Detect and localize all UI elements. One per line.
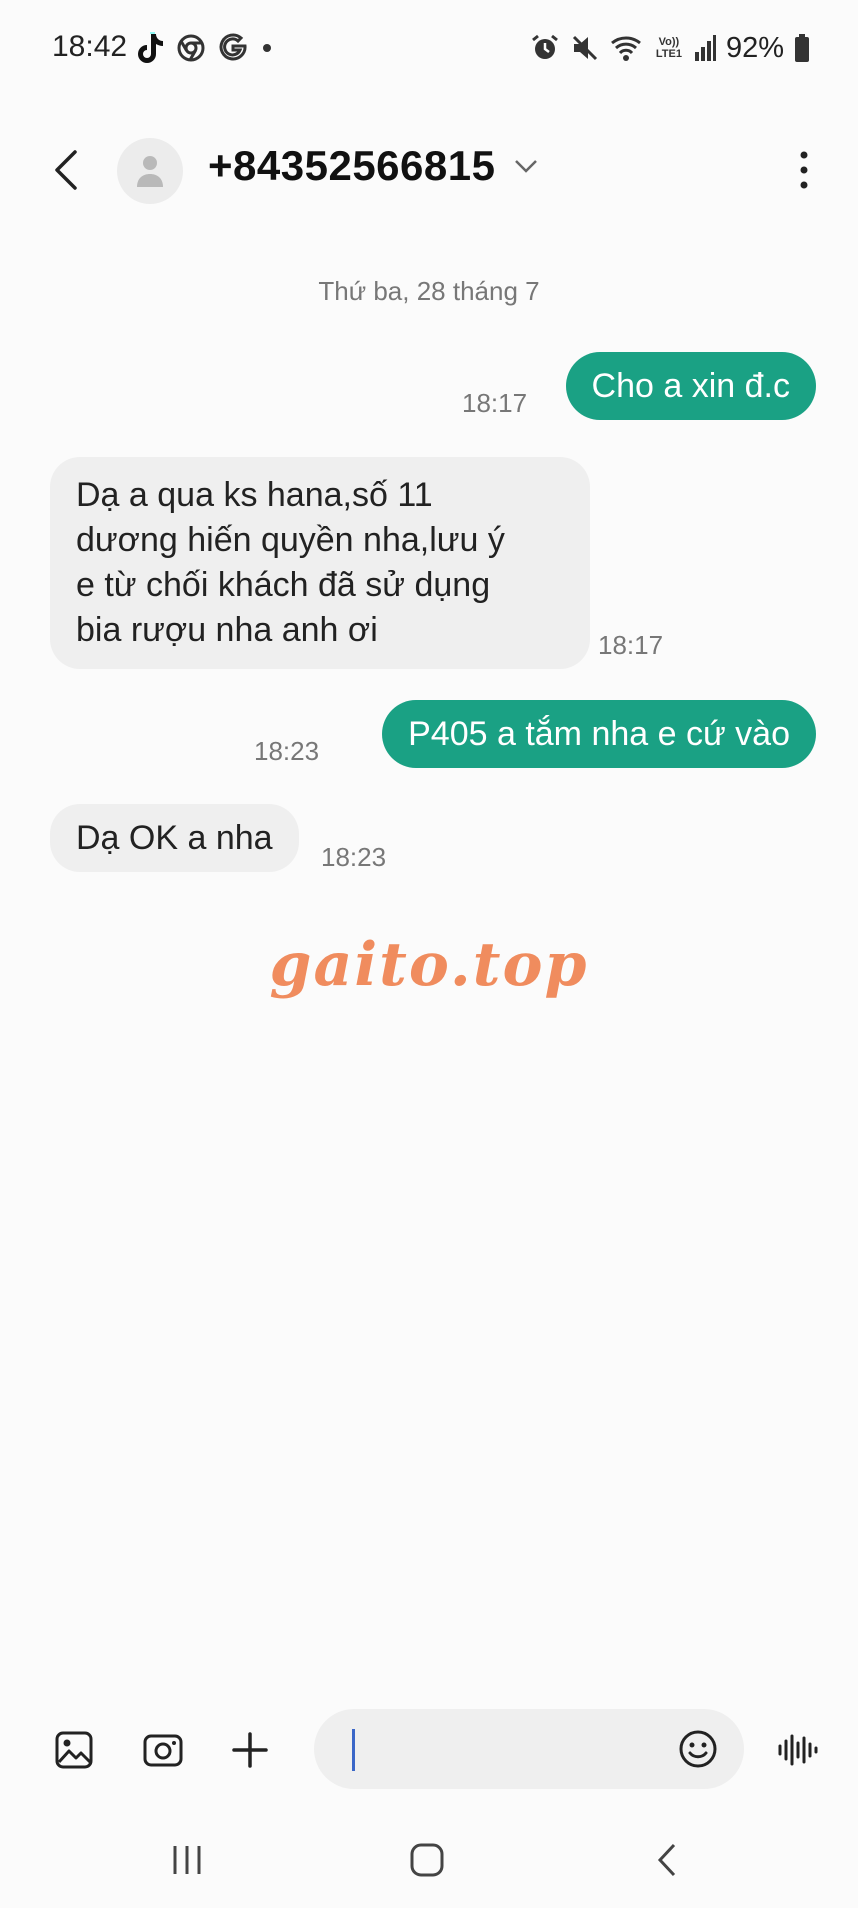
google-icon [218, 33, 248, 63]
person-icon [137, 156, 163, 187]
battery-icon [794, 33, 810, 63]
message-time: 18:17 [598, 630, 664, 660]
message-time: 18:17 [462, 388, 528, 418]
more-options-button[interactable] [784, 142, 824, 198]
message-text-line: dương hiến quyền nha,lưu ý [76, 521, 505, 559]
home-icon [410, 1843, 444, 1877]
chevron-down-icon [515, 160, 538, 173]
gallery-button[interactable] [46, 1722, 102, 1778]
text-caret [352, 1729, 355, 1771]
system-back-button[interactable] [632, 1830, 702, 1890]
message-text: P405 a tắm nha e cứ vào [408, 714, 790, 753]
battery-percent: 92% [725, 31, 784, 64]
more-vertical-icon [800, 151, 808, 189]
image-icon [55, 1731, 93, 1769]
home-button[interactable] [392, 1830, 462, 1890]
back-icon [657, 1843, 676, 1877]
incoming-message-bubble[interactable]: Dạ a qua ks hana,số 11 dương hiến quyền … [50, 457, 590, 669]
incoming-message-bubble[interactable]: Dạ OK a nha [50, 804, 299, 872]
chevron-left-icon [55, 150, 77, 190]
recent-apps-button[interactable] [152, 1830, 222, 1890]
mute-icon [570, 33, 600, 63]
recent-apps-icon [173, 1846, 201, 1874]
emoji-icon [679, 1730, 717, 1768]
outgoing-message-bubble[interactable]: Cho a xin đ.c [565, 352, 816, 420]
volte-lte-icon: Vo)) LTE1 [655, 36, 682, 60]
message-time: 18:23 [321, 842, 387, 872]
emoji-button[interactable] [670, 1721, 726, 1777]
status-right-icons: Vo)) LTE1 92% [530, 28, 810, 68]
voice-recorder-button[interactable] [770, 1722, 826, 1778]
wifi-calling-icon [610, 33, 644, 63]
contact-number: +84352566815 [208, 142, 496, 189]
outgoing-message-bubble[interactable]: P405 a tắm nha e cứ vào [382, 700, 816, 768]
system-navigation-bar [0, 1830, 858, 1890]
signal-icon [694, 34, 716, 62]
watermark: gaito.top [269, 930, 589, 1000]
status-time: 18:42 [52, 30, 128, 63]
status-left-icons [136, 30, 274, 66]
dot-icon [260, 41, 274, 55]
chrome-icon [176, 33, 206, 63]
plus-icon [232, 1732, 268, 1768]
alarm-icon [530, 33, 560, 63]
message-input[interactable] [314, 1709, 744, 1789]
date-separator: Thứ ba, 28 tháng 7 [318, 276, 540, 306]
message-text: Cho a xin đ.c [591, 366, 790, 405]
avatar[interactable] [117, 138, 183, 204]
back-button[interactable] [40, 142, 92, 198]
contact-title[interactable]: +84352566815 [208, 142, 539, 190]
status-bar: 18:42 Vo)) LTE1 92% [0, 0, 858, 96]
message-text-line: bia rượu nha anh ơi [76, 611, 378, 649]
message-input-bar [0, 1706, 858, 1794]
add-attachment-button[interactable] [222, 1722, 278, 1778]
message-text-line: e từ chối khách đã sử dụng [76, 566, 491, 604]
message-time: 18:23 [254, 736, 320, 766]
camera-icon [143, 1734, 183, 1767]
message-text-line: Dạ a qua ks hana,số 11 [76, 476, 433, 514]
message-text: Dạ OK a nha [76, 818, 273, 857]
conversation-header: +84352566815 [0, 120, 858, 220]
camera-button[interactable] [135, 1722, 191, 1778]
voice-wave-icon [778, 1734, 818, 1766]
tiktok-icon [136, 32, 164, 64]
